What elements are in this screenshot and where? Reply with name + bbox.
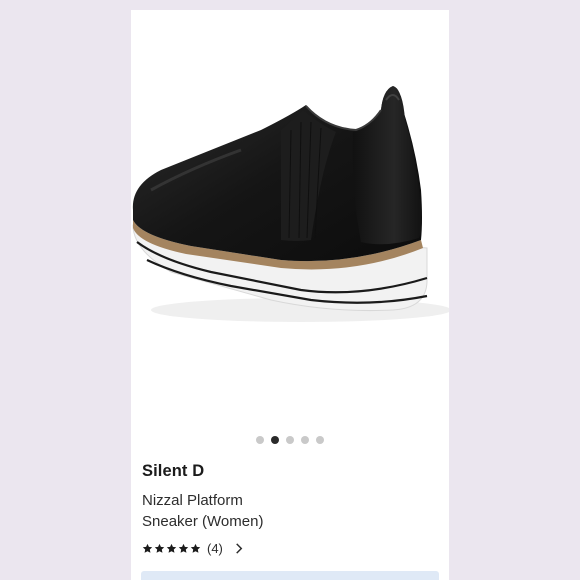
product-card: Silent D Nizzal Platform Sneaker (Women)… xyxy=(131,10,449,580)
action-bar[interactable] xyxy=(141,571,439,580)
product-title: Nizzal Platform Sneaker (Women) xyxy=(142,490,342,532)
product-image[interactable] xyxy=(131,10,449,428)
pagination-dot-2-active[interactable] xyxy=(271,436,279,444)
product-title-line-1: Nizzal Platform xyxy=(142,492,243,509)
pagination-dot-3[interactable] xyxy=(286,436,294,444)
shoe-image xyxy=(132,86,449,322)
star-icon xyxy=(190,543,201,553)
pagination-dot-1[interactable] xyxy=(256,436,264,444)
star-icon xyxy=(154,543,165,553)
star-icon xyxy=(178,543,189,553)
star-icon xyxy=(142,543,153,553)
rating-link[interactable]: (4) xyxy=(142,540,243,556)
review-count: (4) xyxy=(207,540,223,556)
brand-name[interactable]: Silent D xyxy=(142,462,204,481)
chevron-right-icon xyxy=(236,542,243,554)
image-pagination-dots xyxy=(131,434,449,446)
pagination-dot-5[interactable] xyxy=(316,436,324,444)
star-rating xyxy=(142,543,201,554)
star-icon xyxy=(166,543,177,553)
product-title-line-2: Sneaker (Women) xyxy=(142,513,264,530)
pagination-dot-4[interactable] xyxy=(301,436,309,444)
